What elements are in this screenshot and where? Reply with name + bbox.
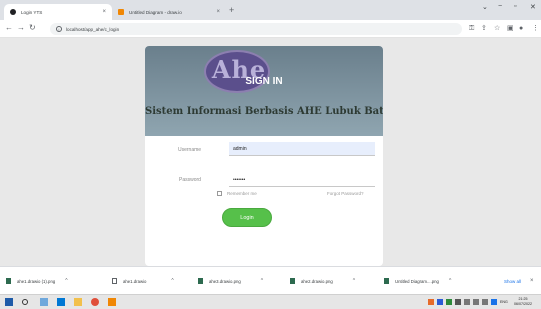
info-icon[interactable]: i	[56, 26, 62, 32]
username-value: admin	[233, 145, 247, 152]
chevron-up-icon[interactable]: ^	[261, 278, 263, 284]
tray-app-icon[interactable]	[446, 299, 452, 305]
close-icon[interactable]: ×	[216, 9, 220, 15]
remember-me-checkbox[interactable]: Remember me	[217, 191, 257, 196]
task-view-icon[interactable]	[40, 298, 48, 306]
download-name: ahe3.drawio.png	[209, 278, 241, 284]
forward-icon[interactable]: →	[17, 23, 25, 33]
download-item[interactable]: ahe2.drawio.png ^	[290, 276, 355, 286]
tray-app-icon[interactable]	[455, 299, 461, 305]
volume-icon[interactable]	[473, 299, 479, 305]
clock-date: 06/07/2022	[514, 301, 532, 306]
login-banner: Ahe SIGN IN Sistem Informasi Berbasis AH…	[145, 46, 383, 136]
download-item[interactable]: ahe1.drawio (1).png ^	[6, 276, 68, 286]
forgot-password-link[interactable]: Forgot Password?	[327, 191, 364, 196]
tab-drawio[interactable]: Untitled Diagram - draw.io ×	[112, 4, 226, 20]
close-icon[interactable]: ×	[102, 9, 106, 15]
download-item[interactable]: Untitled Diagram....png ^	[384, 276, 451, 286]
profile-icon[interactable]: ●	[519, 24, 523, 33]
download-name: ahe1.drawio	[123, 278, 147, 284]
chevron-up-icon[interactable]: ^	[449, 278, 451, 284]
password-label: Password	[179, 177, 201, 183]
show-all-button[interactable]: Show all	[504, 279, 521, 284]
tab-title: Login YTS	[21, 9, 43, 15]
sidebar-icon[interactable]: ▣	[507, 24, 514, 33]
menu-icon[interactable]: ⋮	[532, 24, 539, 33]
username-label: Username	[178, 147, 202, 153]
network-icon[interactable]	[464, 299, 470, 305]
download-item[interactable]: ahe3.drawio.png ^	[198, 276, 263, 286]
battery-icon[interactable]	[482, 299, 488, 305]
download-name: ahe2.drawio.png	[301, 278, 333, 284]
address-bar[interactable]: i localhost/app_ahe/c_login	[50, 23, 462, 35]
clock[interactable]: 21:25 06/07/2022	[514, 297, 532, 306]
tab-title: Untitled Diagram - draw.io	[129, 9, 182, 15]
chevron-up-icon[interactable]: ^	[353, 278, 355, 284]
page-content: Ahe SIGN IN Sistem Informasi Berbasis AH…	[0, 38, 541, 266]
share-icon[interactable]: ⇪	[481, 24, 487, 33]
image-file-icon	[290, 278, 295, 284]
tray-app-icon[interactable]	[428, 299, 434, 305]
back-icon[interactable]: ←	[5, 23, 13, 33]
browser-tab-strip: Login YTS × Untitled Diagram - draw.io ×…	[0, 0, 541, 20]
windows-start-icon[interactable]	[5, 298, 13, 306]
browser-toolbar: ← → ↻ i localhost/app_ahe/c_login ⚿ ⇪ ☆ …	[0, 20, 541, 38]
tray-app-icon[interactable]	[437, 299, 443, 305]
chevron-up-icon[interactable]: ^	[65, 278, 67, 284]
downloads-bar: ahe1.drawio (1).png ^ ahe1.drawio ^ ahe3…	[0, 266, 541, 294]
download-name: Untitled Diagram....png	[395, 278, 439, 284]
password-input[interactable]: •••••••	[229, 173, 375, 187]
search-icon[interactable]	[22, 299, 28, 305]
tab-login[interactable]: Login YTS ×	[4, 4, 112, 20]
drawio-app-icon[interactable]	[108, 298, 116, 306]
url-text: localhost/app_ahe/c_login	[66, 26, 120, 32]
file-icon	[112, 278, 117, 284]
login-card: Ahe SIGN IN Sistem Informasi Berbasis AH…	[145, 46, 383, 266]
image-file-icon	[384, 278, 389, 284]
chevron-up-icon[interactable]: ^	[171, 278, 173, 284]
page-favicon-icon	[10, 9, 16, 15]
new-tab-button[interactable]: +	[229, 5, 234, 15]
minimize-button[interactable]: −	[498, 3, 502, 10]
language-indicator[interactable]: ENG	[500, 300, 508, 304]
login-button[interactable]: Login	[222, 208, 272, 227]
key-icon[interactable]: ⚿	[469, 24, 474, 33]
sign-in-heading: SIGN IN	[245, 76, 283, 87]
tray-app-icon[interactable]	[491, 299, 497, 305]
windows-taskbar: ENG 21:25 06/07/2022	[0, 294, 541, 309]
remember-me-label: Remember me	[227, 191, 257, 196]
close-icon[interactable]: ×	[530, 278, 534, 284]
password-value: •••••••	[233, 176, 246, 183]
download-item[interactable]: ahe1.drawio ^	[112, 276, 174, 286]
download-name: ahe1.drawio (1).png	[17, 278, 56, 284]
image-file-icon	[198, 278, 203, 284]
drawio-icon	[118, 9, 124, 15]
chrome-icon[interactable]	[91, 298, 99, 306]
file-explorer-icon[interactable]	[74, 298, 82, 306]
system-title: Sistem Informasi Berbasis AHE Lubuk Bata…	[145, 106, 383, 117]
store-icon[interactable]	[57, 298, 65, 306]
checkbox-icon[interactable]	[217, 191, 222, 196]
maximize-button[interactable]: ▫	[514, 3, 516, 10]
chevron-down-icon[interactable]: ⌄	[482, 3, 488, 11]
window-close-button[interactable]: ✕	[530, 3, 536, 11]
star-icon[interactable]: ☆	[494, 24, 500, 33]
reload-icon[interactable]: ↻	[29, 23, 36, 33]
username-input[interactable]: admin	[229, 142, 375, 156]
image-file-icon	[6, 278, 11, 284]
